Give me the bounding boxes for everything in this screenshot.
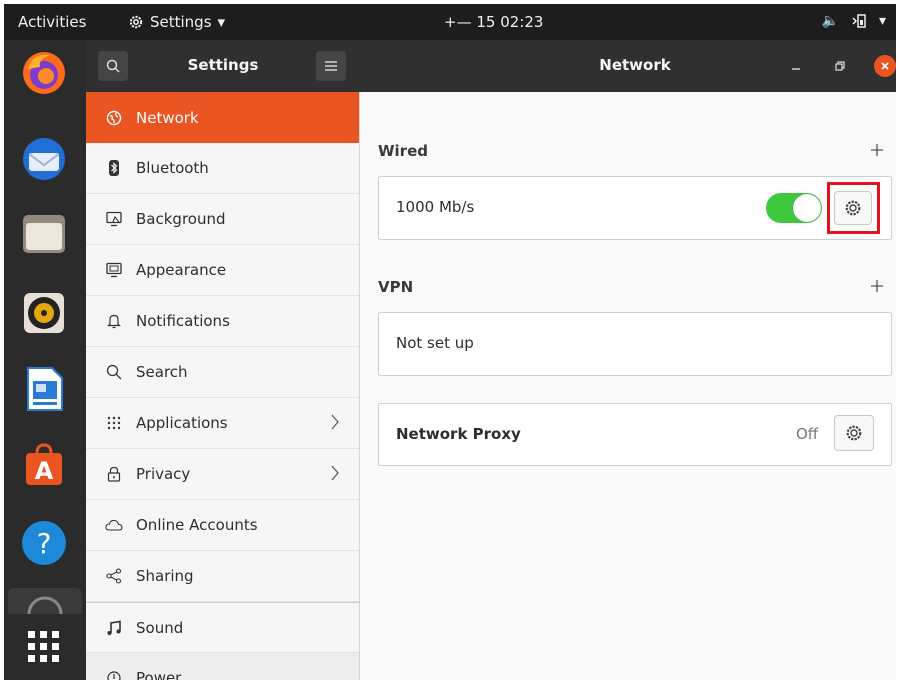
system-tray[interactable]: 🔈 ▾ xyxy=(822,12,886,30)
sidebar-item-label: Sound xyxy=(136,618,184,637)
proxy-label: Network Proxy xyxy=(396,425,521,443)
proxy-settings-button[interactable] xyxy=(834,415,874,451)
thunderbird-icon[interactable] xyxy=(19,134,69,184)
menu-button[interactable] xyxy=(316,51,346,81)
main-header: Network xyxy=(360,40,896,92)
chevron-right-icon xyxy=(331,414,339,434)
grid-icon xyxy=(104,416,124,430)
share-icon xyxy=(104,568,124,584)
chevron-down-icon: ▾ xyxy=(878,13,886,29)
wired-speed: 1000 Mb/s xyxy=(396,198,475,216)
network-icon xyxy=(104,110,124,126)
app-menu-label: Settings xyxy=(150,13,212,31)
help-icon[interactable]: ? xyxy=(19,518,69,568)
add-vpn-button[interactable] xyxy=(870,274,884,298)
close-button[interactable] xyxy=(874,55,896,77)
top-bar: Activities Settings ▾ +— 15 02:23 🔈 ▾ xyxy=(4,4,896,40)
network-proxy-row[interactable]: Network Proxy Off xyxy=(378,403,892,466)
bell-icon xyxy=(104,313,124,329)
sidebar-item-bluetooth[interactable]: Bluetooth xyxy=(86,143,359,194)
hamburger-icon xyxy=(325,61,337,71)
minimize-icon xyxy=(792,68,800,70)
sidebar-item-label: Bluetooth xyxy=(136,159,209,177)
wired-heading: Wired xyxy=(378,142,428,160)
plus-icon xyxy=(871,144,883,156)
app-grid-icon[interactable] xyxy=(19,622,69,672)
gear-icon xyxy=(846,425,862,441)
sidebar-item-label: Appearance xyxy=(136,261,227,279)
clock[interactable]: +— 15 02:23 xyxy=(444,13,543,31)
page-title: Network xyxy=(599,56,671,74)
sidebar-item-power[interactable]: Power xyxy=(86,653,359,680)
desktop: Activities Settings ▾ +— 15 02:23 🔈 ▾ A … xyxy=(4,4,896,680)
volume-icon: 🔈 xyxy=(821,13,839,29)
cloud-icon xyxy=(104,519,124,531)
toggle-knob xyxy=(793,194,821,222)
rhythmbox-icon[interactable] xyxy=(19,288,69,338)
battery-icon xyxy=(852,14,866,28)
restore-icon xyxy=(835,61,845,71)
chevron-right-icon xyxy=(331,465,339,485)
app-menu[interactable]: Settings ▾ xyxy=(128,13,225,31)
sidebar-item-label: Search xyxy=(136,363,188,381)
add-wired-button[interactable] xyxy=(870,138,884,162)
sidebar-item-background[interactable]: Background xyxy=(86,194,359,245)
writer-icon[interactable] xyxy=(19,364,69,414)
firefox-icon[interactable] xyxy=(19,48,69,98)
sidebar-item-label: Applications xyxy=(136,414,228,432)
activities-button[interactable]: Activities xyxy=(18,13,86,31)
sidebar-item-label: Sharing xyxy=(136,567,194,585)
dock: A ? xyxy=(4,40,86,680)
network-panel: Wired 1000 Mb/s VPN Not set up Network P… xyxy=(360,92,896,680)
sidebar-item-online-accounts[interactable]: Online Accounts xyxy=(86,500,359,551)
highlight-box xyxy=(827,182,880,234)
sidebar-item-network[interactable]: Network xyxy=(86,92,359,143)
maximize-button[interactable] xyxy=(830,56,850,76)
sidebar-item-label: Online Accounts xyxy=(136,516,258,534)
proxy-status: Off xyxy=(796,425,819,443)
music-icon xyxy=(104,620,124,636)
wired-toggle[interactable] xyxy=(766,193,822,223)
vpn-heading: VPN xyxy=(378,278,414,296)
bluetooth-icon xyxy=(104,160,124,176)
chevron-down-icon: ▾ xyxy=(217,13,226,31)
settings-sidebar: Network Bluetooth Background Appearance … xyxy=(86,92,360,680)
plus-icon xyxy=(871,280,883,292)
gear-icon xyxy=(129,15,143,29)
close-icon xyxy=(881,62,889,70)
sidebar-item-label: Power xyxy=(136,669,182,680)
background-icon xyxy=(104,211,124,227)
appearance-icon xyxy=(104,262,124,278)
software-icon[interactable]: A xyxy=(19,440,69,490)
vpn-row: Not set up xyxy=(378,312,892,376)
sidebar-item-label: Notifications xyxy=(136,312,230,330)
wired-connection-row: 1000 Mb/s xyxy=(378,176,892,240)
sidebar-item-sound[interactable]: Sound xyxy=(86,602,359,653)
sidebar-item-notifications[interactable]: Notifications xyxy=(86,296,359,347)
sidebar-item-applications[interactable]: Applications xyxy=(86,398,359,449)
sidebar-item-label: Background xyxy=(136,210,226,228)
minimize-button[interactable] xyxy=(786,56,806,76)
power-icon xyxy=(104,670,124,680)
sidebar-header: Settings xyxy=(86,40,360,92)
sidebar-item-label: Privacy xyxy=(136,465,191,483)
vpn-status: Not set up xyxy=(396,334,474,352)
search-icon xyxy=(104,364,124,380)
sidebar-item-appearance[interactable]: Appearance xyxy=(86,245,359,296)
sidebar-item-label: Network xyxy=(136,108,199,127)
partial-app-icon[interactable] xyxy=(8,588,82,614)
files-icon[interactable] xyxy=(19,208,69,258)
sidebar-item-sharing[interactable]: Sharing xyxy=(86,551,359,602)
svg-text:A: A xyxy=(35,457,54,485)
lock-icon xyxy=(104,466,124,482)
sidebar-item-privacy[interactable]: Privacy xyxy=(86,449,359,500)
svg-text:?: ? xyxy=(37,527,52,560)
sidebar-item-search[interactable]: Search xyxy=(86,347,359,398)
